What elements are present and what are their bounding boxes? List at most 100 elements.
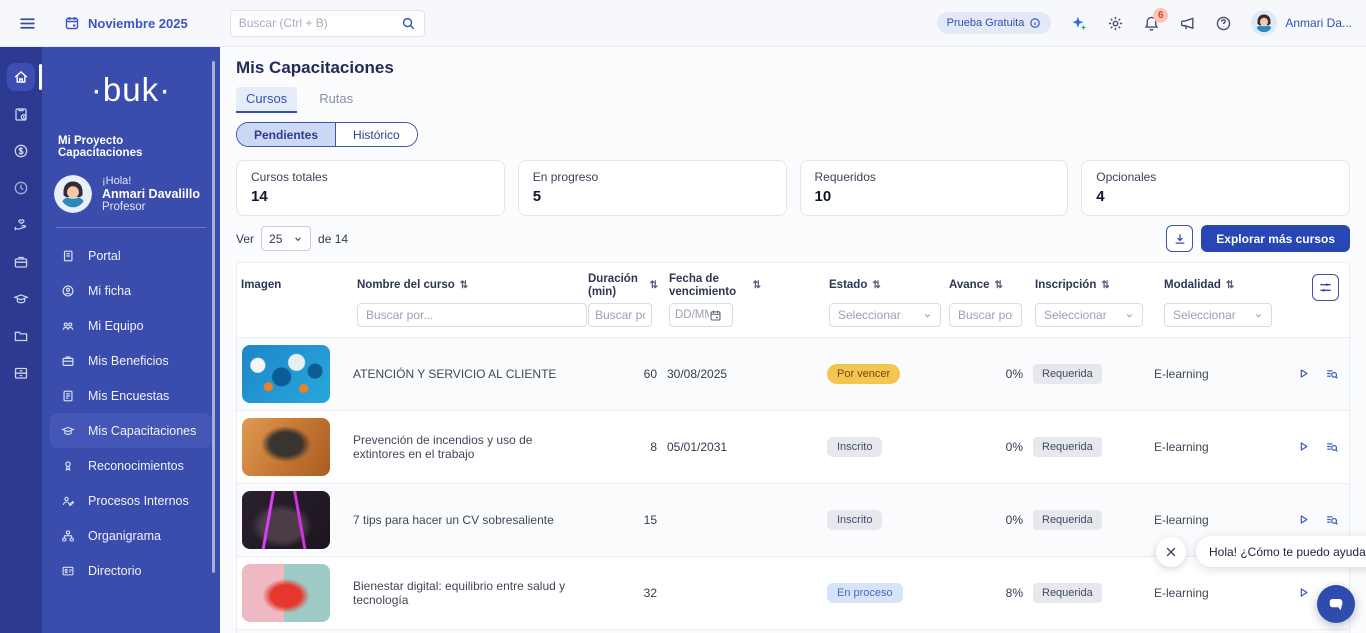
select-placeholder: Seleccionar: [838, 308, 901, 322]
sort-icon[interactable]: ⇅: [995, 280, 1003, 292]
search-icon[interactable]: [401, 16, 416, 31]
rail-item-tasks[interactable]: [7, 100, 35, 128]
sidebar-item-label: Mis Beneficios: [88, 354, 169, 368]
sort-icon[interactable]: ⇅: [460, 280, 468, 292]
rail-item-jobs[interactable]: [7, 248, 35, 276]
rail-item-files[interactable]: [7, 322, 35, 350]
tab-cursos[interactable]: Cursos: [236, 87, 297, 113]
sidebar-item-label: Reconocimientos: [88, 459, 184, 473]
table-row[interactable]: Bienestar digital: equilibrio entre salu…: [237, 556, 1349, 629]
filter-modality-select[interactable]: Seleccionar: [1164, 303, 1272, 327]
course-thumbnail[interactable]: [242, 418, 330, 476]
sidebar-item-mis-capacitaciones[interactable]: Mis Capacitaciones: [50, 413, 212, 448]
hamburger-menu-icon[interactable]: [14, 10, 40, 36]
rail-item-home[interactable]: [7, 63, 35, 91]
search-input[interactable]: [239, 16, 401, 30]
play-course-button[interactable]: [1297, 367, 1310, 381]
rail-item-training[interactable]: [7, 285, 35, 313]
trial-badge[interactable]: Prueba Gratuita: [937, 12, 1052, 34]
sidebar-item-organigrama[interactable]: Organigrama: [50, 518, 212, 553]
column-settings-button[interactable]: [1312, 274, 1339, 301]
stat-card-requeridos: Requeridos 10: [800, 160, 1069, 216]
sidebar-item-mis-beneficios[interactable]: Mis Beneficios: [50, 343, 212, 378]
filter-progress-input[interactable]: [949, 303, 1022, 327]
main-content: Mis Capacitaciones Cursos Rutas Pendient…: [220, 47, 1366, 633]
table-row[interactable]: [237, 629, 1349, 633]
id-card-icon: [60, 564, 76, 578]
course-name[interactable]: Prevención de incendios y uso de extinto…: [353, 433, 584, 461]
sort-icon[interactable]: ⇅: [872, 280, 880, 292]
bell-icon[interactable]: 6: [1143, 15, 1160, 32]
due-date-input[interactable]: [675, 309, 709, 321]
play-icon: [1297, 586, 1310, 600]
download-icon: [1173, 232, 1187, 246]
person-edit-icon: [60, 494, 76, 508]
course-details-button[interactable]: [1325, 513, 1339, 527]
course-name[interactable]: ATENCIÓN Y SERVICIO AL CLIENTE: [353, 367, 584, 381]
course-thumbnail[interactable]: [242, 491, 330, 549]
chevron-down-icon: [923, 311, 932, 320]
gear-icon[interactable]: [1107, 15, 1124, 32]
course-thumbnail[interactable]: [242, 564, 330, 622]
course-details-button[interactable]: [1325, 440, 1339, 454]
play-course-button[interactable]: [1297, 586, 1310, 600]
sidebar-item-mis-encuestas[interactable]: Mis Encuestas: [50, 378, 212, 413]
column-header-imagen: Imagen: [241, 279, 281, 292]
filter-duration-input[interactable]: [588, 303, 652, 327]
course-name[interactable]: Bienestar digital: equilibrio entre salu…: [353, 579, 584, 607]
sort-icon[interactable]: ⇅: [753, 280, 761, 292]
tab-rutas[interactable]: Rutas: [309, 87, 363, 113]
sort-icon[interactable]: ⇅: [650, 280, 658, 292]
sidebar-item-mi-ficha[interactable]: Mi ficha: [50, 273, 212, 308]
sidebar-item-mi-equipo[interactable]: Mi Equipo: [50, 308, 212, 343]
megaphone-icon[interactable]: [1179, 15, 1196, 32]
table-row[interactable]: Prevención de incendios y uso de extinto…: [237, 410, 1349, 483]
sidebar-scrollbar[interactable]: [212, 61, 215, 573]
play-course-button[interactable]: [1297, 513, 1310, 527]
stat-card-en-progreso: En progreso 5: [518, 160, 787, 216]
document-icon: [60, 249, 76, 263]
course-due-date: 05/01/2031: [661, 440, 825, 454]
filter-status-select[interactable]: Seleccionar: [829, 303, 941, 327]
sidebar-item-reconocimientos[interactable]: Reconocimientos: [50, 448, 212, 483]
people-icon: [60, 319, 76, 333]
sort-icon[interactable]: ⇅: [1101, 280, 1109, 292]
project-name: Mi Proyecto Capacitaciones: [42, 135, 220, 159]
rail-item-benefits[interactable]: [7, 211, 35, 239]
filter-due-date[interactable]: [669, 303, 733, 327]
filter-enrollment-select[interactable]: Seleccionar: [1035, 303, 1143, 327]
course-thumbnail[interactable]: [242, 345, 330, 403]
sidebar: ·buk· Mi Proyecto Capacitaciones ¡Hola! …: [42, 47, 220, 633]
calendar-icon[interactable]: [709, 309, 722, 322]
play-course-button[interactable]: [1297, 440, 1310, 454]
date-selector[interactable]: Noviembre 2025: [64, 15, 188, 31]
rail-item-time[interactable]: [7, 174, 35, 202]
rail-item-remuneration[interactable]: [7, 137, 35, 165]
chat-launcher-button[interactable]: [1317, 585, 1355, 623]
chat-bubble-icon: [1326, 594, 1346, 614]
course-modality: E-learning: [1152, 440, 1285, 454]
help-icon[interactable]: [1215, 15, 1232, 32]
page-size-select[interactable]: 25: [261, 226, 311, 251]
filter-course-name-input[interactable]: [357, 303, 587, 327]
download-button[interactable]: [1166, 225, 1193, 252]
chat-greeting-bubble[interactable]: Hola! ¿Cómo te puedo ayudar?: [1196, 536, 1366, 567]
stat-value: 5: [533, 188, 772, 205]
segment-pendientes[interactable]: Pendientes: [237, 123, 335, 146]
user-menu[interactable]: Anmari Da...: [1251, 10, 1352, 36]
notification-badge: 6: [1153, 8, 1168, 23]
rail-item-assets[interactable]: [7, 359, 35, 387]
sidebar-item-portal[interactable]: Portal: [50, 238, 212, 273]
table-row[interactable]: ATENCIÓN Y SERVICIO AL CLIENTE 60 30/08/…: [237, 337, 1349, 410]
explore-courses-button[interactable]: Explorar más cursos: [1201, 225, 1350, 252]
sidebar-item-procesos-internos[interactable]: Procesos Internos: [50, 483, 212, 518]
course-name[interactable]: 7 tips para hacer un CV sobresaliente: [353, 513, 584, 527]
segment-historico[interactable]: Histórico: [335, 123, 417, 146]
chat-close-button[interactable]: [1156, 537, 1186, 567]
sidebar-item-directorio[interactable]: Directorio: [50, 553, 212, 588]
sort-icon[interactable]: ⇅: [1226, 280, 1234, 292]
stat-label: Requeridos: [815, 170, 1054, 184]
sparkles-ai-icon[interactable]: [1070, 14, 1088, 32]
segmented-control: Pendientes Histórico: [236, 122, 418, 147]
course-details-button[interactable]: [1325, 367, 1339, 381]
